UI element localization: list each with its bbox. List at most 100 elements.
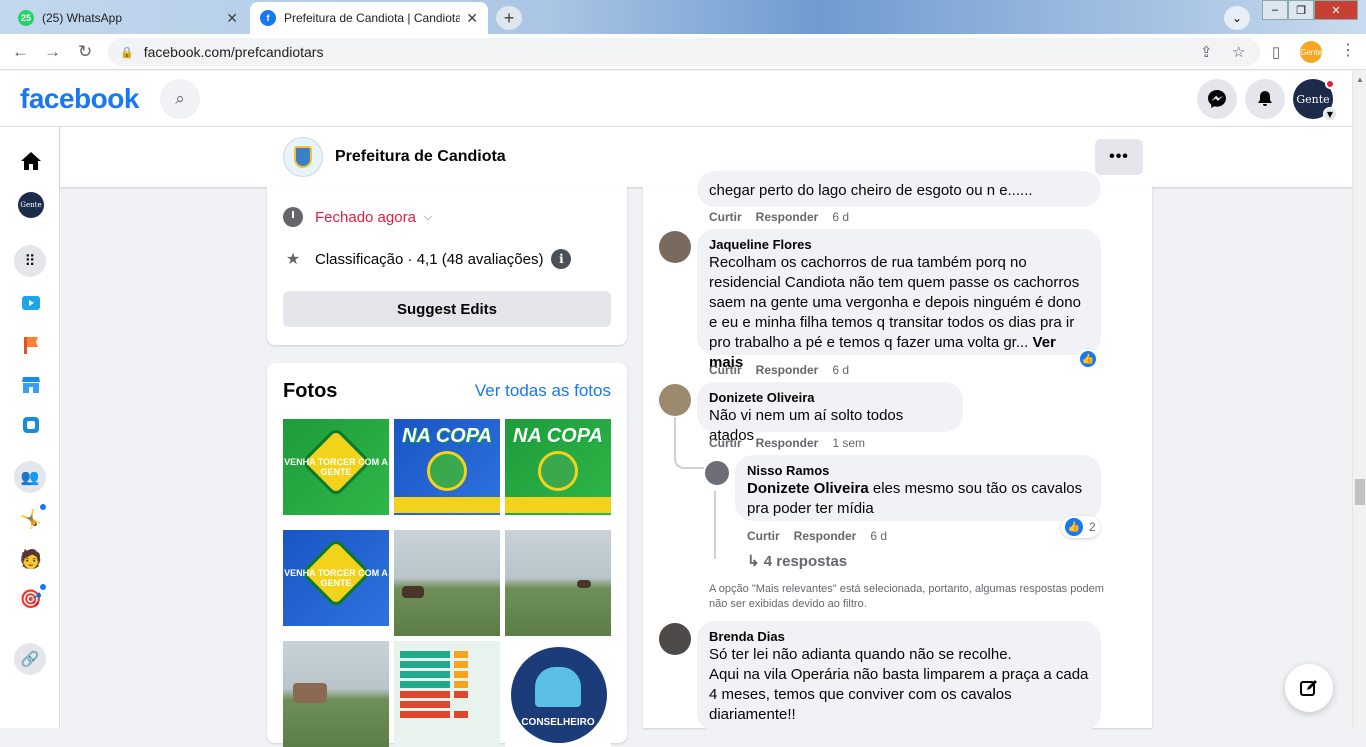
target-icon[interactable]: 🎯 bbox=[18, 582, 48, 612]
whatsapp-icon: 25 bbox=[18, 10, 34, 26]
reply-link[interactable]: Responder bbox=[756, 210, 819, 224]
photo-thumbnail[interactable] bbox=[394, 641, 500, 747]
mention-link[interactable]: Donizete Oliveira bbox=[747, 480, 869, 497]
tab-whatsapp[interactable]: 25 (25) WhatsApp ✕ bbox=[8, 2, 248, 34]
commenter-avatar[interactable] bbox=[659, 623, 691, 655]
comments-panel: chegar perto do lago cheiro de esgoto ou… bbox=[643, 171, 1152, 731]
comment-time[interactable]: 6 d bbox=[832, 210, 849, 224]
like-link[interactable]: Curtir bbox=[747, 529, 780, 543]
reply-link[interactable]: Responder bbox=[794, 529, 857, 543]
rating-text: Classificação · 4,1 (48 avaliações) bbox=[315, 250, 544, 268]
account-avatar[interactable]: Gente ▼ bbox=[1293, 79, 1337, 121]
watch-icon[interactable] bbox=[18, 291, 44, 317]
info-icon[interactable]: i bbox=[551, 249, 572, 269]
hours-row[interactable]: Fechado agora ⌵ bbox=[283, 207, 432, 227]
view-replies-link[interactable]: ↳ 4 respostas bbox=[747, 552, 847, 570]
comment-time[interactable]: 6 d bbox=[832, 363, 849, 377]
chevron-down-icon[interactable]: ▼ bbox=[1323, 107, 1337, 121]
sidepanel-icon[interactable]: ▯ bbox=[1272, 43, 1280, 61]
more-options-button[interactable]: ••• bbox=[1095, 139, 1143, 175]
friend-avatar[interactable]: 🧑 bbox=[18, 546, 44, 572]
new-tab-button[interactable]: + bbox=[496, 6, 522, 30]
photo-thumbnail[interactable] bbox=[505, 530, 611, 636]
reply-link[interactable]: Responder bbox=[756, 363, 819, 377]
page-info-card: Fechado agora ⌵ ★ Classificação · 4,1 (4… bbox=[267, 187, 627, 345]
reply-link[interactable]: Responder bbox=[756, 436, 819, 450]
tab-facebook[interactable]: f Prefeitura de Candiota | Candiota ✕ bbox=[250, 2, 488, 34]
scrollbar-thumb[interactable] bbox=[1355, 479, 1365, 505]
photo-thumbnail[interactable]: NA COPA bbox=[505, 419, 611, 525]
messenger-icon[interactable] bbox=[1197, 79, 1237, 119]
commenter-avatar[interactable] bbox=[659, 384, 691, 416]
like-link[interactable]: Curtir bbox=[709, 210, 742, 224]
facebook-header: facebook ⌕ Gente ▼ bbox=[0, 71, 1352, 127]
comment-bubble: Nisso Ramos Donizete Oliveira eles mesmo… bbox=[735, 455, 1101, 521]
commenter-avatar[interactable] bbox=[659, 231, 691, 263]
photo-thumbnail[interactable]: CONSELHEIRO bbox=[505, 641, 611, 747]
url-input[interactable]: 🔒 facebook.com/prefcandiotars bbox=[108, 38, 1260, 66]
comment-line: Só ter lei não adianta quando não se rec… bbox=[709, 646, 1012, 663]
photo-thumbnail[interactable] bbox=[394, 530, 500, 636]
page-logo[interactable] bbox=[283, 137, 323, 177]
home-icon[interactable] bbox=[18, 148, 44, 174]
comment-text: chegar perto do lago cheiro de esgoto ou… bbox=[709, 182, 1033, 199]
photos-title: Fotos bbox=[283, 380, 338, 402]
commenter-name[interactable]: Donizete Oliveira bbox=[709, 390, 951, 406]
photo-thumbnail[interactable] bbox=[283, 641, 389, 747]
maximize-button[interactable]: ❐ bbox=[1288, 0, 1314, 20]
apps-grid-icon[interactable]: ⠿ bbox=[14, 245, 46, 277]
search-icon[interactable]: ⌕ bbox=[160, 79, 200, 119]
reaction-count[interactable]: 👍 2 bbox=[1061, 516, 1100, 538]
comment-time[interactable]: 1 sem bbox=[832, 436, 865, 450]
photo-thumbnail[interactable]: VENHA TORCER COM A GENTE bbox=[283, 419, 389, 525]
group-shortcut-icon[interactable]: 🤸 bbox=[18, 502, 48, 532]
flag-icon[interactable] bbox=[18, 332, 44, 358]
forward-icon[interactable]: → bbox=[44, 42, 61, 62]
comment-actions: Curtir Responder 6 d bbox=[747, 529, 901, 543]
photo-thumbnail[interactable]: VENHA TORCER COM A GENTE bbox=[283, 530, 389, 636]
commenter-name[interactable]: Nisso Ramos bbox=[747, 463, 1089, 479]
page-title[interactable]: Prefeitura de Candiota bbox=[335, 148, 506, 166]
bell-icon[interactable] bbox=[1245, 79, 1285, 119]
see-all-photos-link[interactable]: Ver todas as fotos bbox=[475, 381, 611, 401]
close-icon[interactable]: ✕ bbox=[466, 10, 478, 27]
close-icon[interactable]: ✕ bbox=[226, 10, 238, 27]
chevron-down-icon[interactable]: ⌵ bbox=[424, 211, 432, 224]
comment-text: pra poder ter mídia bbox=[747, 500, 874, 517]
comment-time[interactable]: 6 d bbox=[870, 529, 887, 543]
comment-line: Aqui na vila Operária não basta limparem… bbox=[709, 666, 1089, 683]
suggest-edits-button[interactable]: Suggest Edits bbox=[283, 291, 611, 327]
kebab-menu-icon[interactable]: ⋮ bbox=[1340, 40, 1356, 60]
commenter-name[interactable]: Jaqueline Flores bbox=[709, 237, 1089, 253]
new-message-button[interactable] bbox=[1285, 664, 1333, 712]
reload-icon[interactable]: ↻ bbox=[78, 42, 92, 62]
comment-bubble: Donizete Oliveira Não vi nem um aí solto… bbox=[697, 382, 963, 444]
profile-avatar[interactable]: Gente bbox=[18, 192, 44, 218]
share-icon[interactable]: ⇪ bbox=[1200, 43, 1213, 61]
like-link[interactable]: Curtir bbox=[709, 363, 742, 377]
chevron-down-icon[interactable]: ⌄ bbox=[1224, 6, 1250, 30]
back-icon[interactable]: ← bbox=[12, 42, 29, 62]
profile-avatar[interactable]: Gente bbox=[1300, 41, 1322, 63]
comment-line: e eu e minha filha temos q transitar tod… bbox=[709, 314, 1075, 331]
groups-icon[interactable]: 👥 bbox=[14, 461, 46, 493]
scrollbar[interactable]: ▲ bbox=[1352, 71, 1366, 728]
gaming-icon[interactable] bbox=[18, 412, 44, 438]
marketplace-icon[interactable] bbox=[18, 372, 44, 398]
window-close-button[interactable]: ✕ bbox=[1314, 0, 1358, 20]
commenter-name[interactable]: Brenda Dias bbox=[709, 629, 1089, 645]
comment-actions: Curtir Responder 6 d bbox=[709, 210, 863, 224]
star-icon[interactable]: ☆ bbox=[1232, 43, 1245, 61]
photo-thumbnail[interactable]: NA COPA bbox=[394, 419, 500, 525]
star-icon: ★ bbox=[285, 251, 301, 268]
like-reaction-icon[interactable]: 👍 bbox=[1078, 349, 1098, 369]
minimize-button[interactable]: – bbox=[1262, 0, 1288, 20]
like-reaction-icon: 👍 bbox=[1065, 518, 1083, 536]
comment-actions: Curtir Responder 6 d bbox=[709, 363, 863, 377]
facebook-logo[interactable]: facebook bbox=[20, 83, 139, 115]
link-icon[interactable]: 🔗 bbox=[14, 643, 46, 675]
like-link[interactable]: Curtir bbox=[709, 436, 742, 450]
browser-tab-strip: 25 (25) WhatsApp ✕ f Prefeitura de Candi… bbox=[0, 0, 1366, 34]
commenter-avatar[interactable] bbox=[705, 461, 729, 485]
scroll-up-icon[interactable]: ▲ bbox=[1356, 75, 1364, 84]
